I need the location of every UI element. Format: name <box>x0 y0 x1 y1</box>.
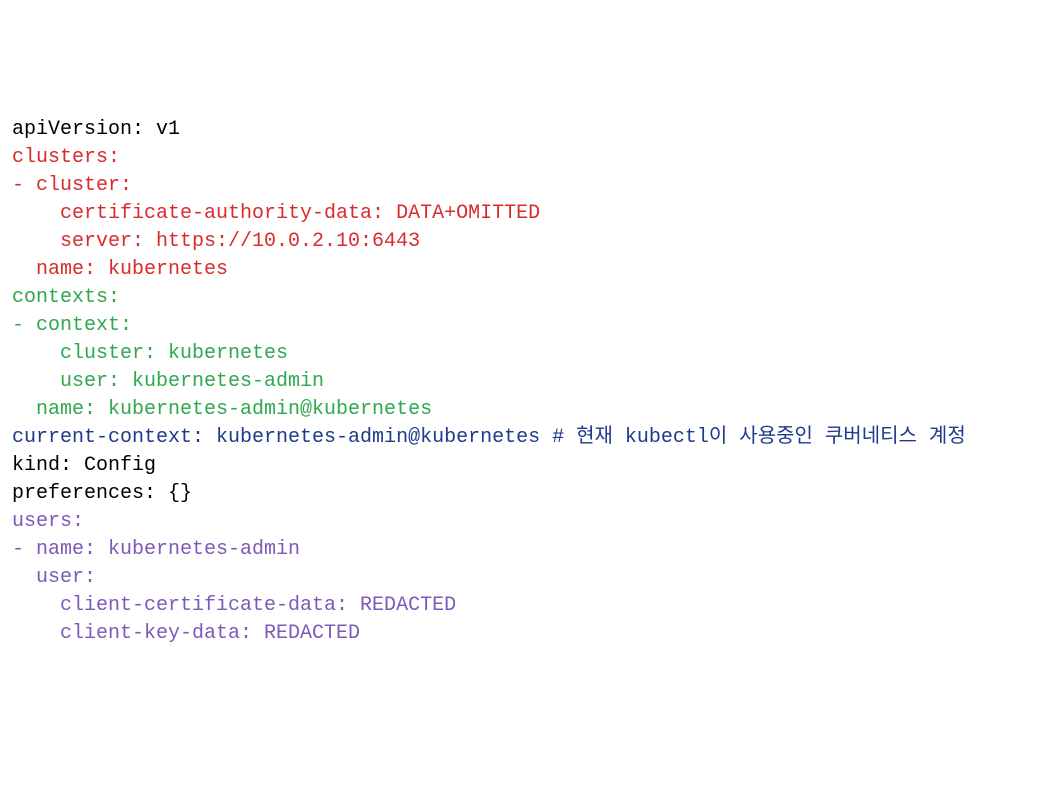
line-kind: kind: Config <box>12 454 156 477</box>
line-client-cert: client-certificate-data: REDACTED <box>12 594 456 617</box>
line-context-cluster: cluster: kubernetes <box>12 342 288 365</box>
line-preferences: preferences: {} <box>12 482 192 505</box>
line-cluster-name: name: kubernetes <box>12 258 228 281</box>
line-clusters-key: clusters: <box>12 146 120 169</box>
line-context-name: name: kubernetes-admin@kubernetes <box>12 398 432 421</box>
line-client-key: client-key-data: REDACTED <box>12 622 360 645</box>
line-users-key: users: <box>12 510 84 533</box>
line-context-item: - context: <box>12 314 132 337</box>
line-current-context: current-context: kubernetes-admin@kubern… <box>12 426 966 449</box>
line-cert-authority: certificate-authority-data: DATA+OMITTED <box>12 202 540 225</box>
code-block: apiVersion: v1 clusters: - cluster: cert… <box>12 116 1031 648</box>
line-cluster-item: - cluster: <box>12 174 132 197</box>
line-context-user: user: kubernetes-admin <box>12 370 324 393</box>
line-contexts-key: contexts: <box>12 286 120 309</box>
line-server: server: https://10.0.2.10:6443 <box>12 230 420 253</box>
line-user-key: user: <box>12 566 96 589</box>
line-api-version: apiVersion: v1 <box>12 118 180 141</box>
